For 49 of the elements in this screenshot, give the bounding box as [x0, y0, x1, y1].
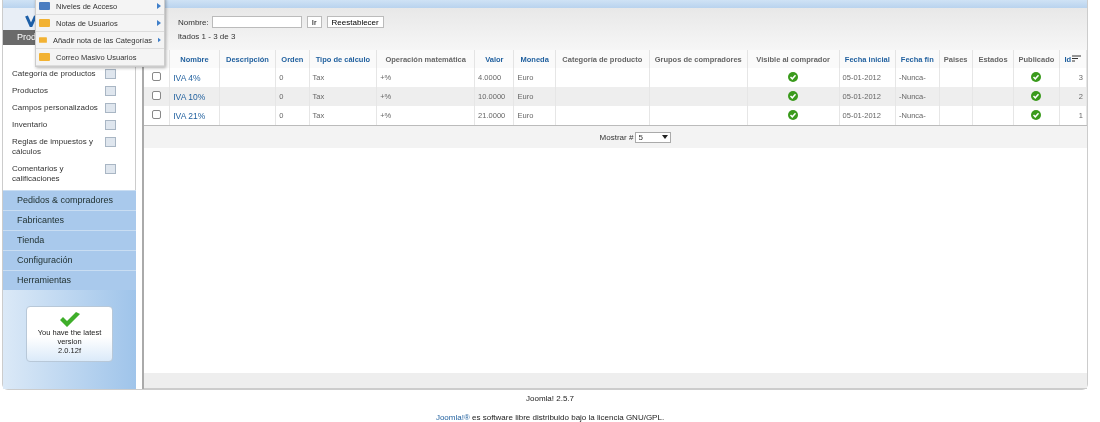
- page-icon: [105, 164, 116, 174]
- page-icon: [105, 69, 116, 79]
- sidebar-section[interactable]: Herramientas: [3, 270, 136, 290]
- license-notice: Joomla!® es software libre distribuido bajo la licencia GNU/GPL.: [435, 413, 665, 422]
- check-circle-icon[interactable]: [788, 71, 799, 82]
- logo-icon: [25, 15, 37, 27]
- page-icon: [105, 137, 116, 147]
- sidebar-section[interactable]: Tienda: [3, 230, 136, 250]
- check-circle-icon[interactable]: [1031, 90, 1042, 101]
- sidebar-item[interactable]: Inventario: [12, 120, 100, 130]
- check-circle-icon[interactable]: [788, 90, 799, 101]
- go-button[interactable]: Ir: [306, 16, 322, 28]
- footer-version: Joomla! 2.5.7: [526, 394, 574, 403]
- menu-item-icon: [39, 35, 47, 45]
- sidebar-section[interactable]: Pedidos & compradores: [3, 190, 136, 210]
- submenu-arrow-icon: [158, 37, 161, 43]
- name-filter-field[interactable]: [211, 16, 302, 28]
- row-checkbox[interactable]: [152, 72, 162, 81]
- submenu-arrow-icon: [157, 20, 161, 26]
- pagination-label: Mostrar #: [599, 132, 634, 142]
- page-icon: [105, 103, 116, 113]
- check-circle-icon[interactable]: [1031, 71, 1042, 82]
- sidebar-section[interactable]: Fabricantes: [3, 210, 136, 230]
- joomla-link[interactable]: Joomla!®: [435, 413, 470, 422]
- results-count: ltados 1 - 3 de 3: [178, 32, 237, 41]
- page-icon: [105, 86, 116, 96]
- filter-label: Nombre:: [178, 17, 209, 27]
- reset-button[interactable]: Reestablecer: [326, 16, 384, 28]
- sidebar-item[interactable]: Categoría de productos: [12, 69, 100, 79]
- sidebar-item[interactable]: Comentarios y calificaciones: [12, 164, 100, 184]
- dropdown-icon: [662, 135, 669, 139]
- tax-name-link[interactable]: IVA 21%: [173, 110, 206, 121]
- menu-item-icon: [39, 52, 50, 62]
- page-size-select[interactable]: 5: [635, 131, 672, 143]
- sidebar-item[interactable]: Productos: [12, 86, 100, 96]
- check-circle-icon[interactable]: [1031, 109, 1042, 120]
- sort-icon[interactable]: [1072, 54, 1082, 62]
- menu-item-icon: [39, 18, 50, 28]
- sidebar-item[interactable]: Campos personalizados: [12, 103, 100, 113]
- tax-name-link[interactable]: IVA 4%: [173, 72, 201, 83]
- menu-item-icon: [39, 1, 50, 11]
- sidebar-item[interactable]: Reglas de impuestos y cálculos: [12, 137, 100, 157]
- check-circle-icon[interactable]: [788, 109, 799, 120]
- submenu-arrow-icon: [157, 3, 161, 9]
- row-checkbox[interactable]: [152, 91, 162, 100]
- row-checkbox[interactable]: [152, 110, 162, 119]
- checkmark-icon: [58, 312, 81, 328]
- sidebar-section[interactable]: Configuración: [3, 250, 136, 270]
- page-icon: [105, 120, 116, 130]
